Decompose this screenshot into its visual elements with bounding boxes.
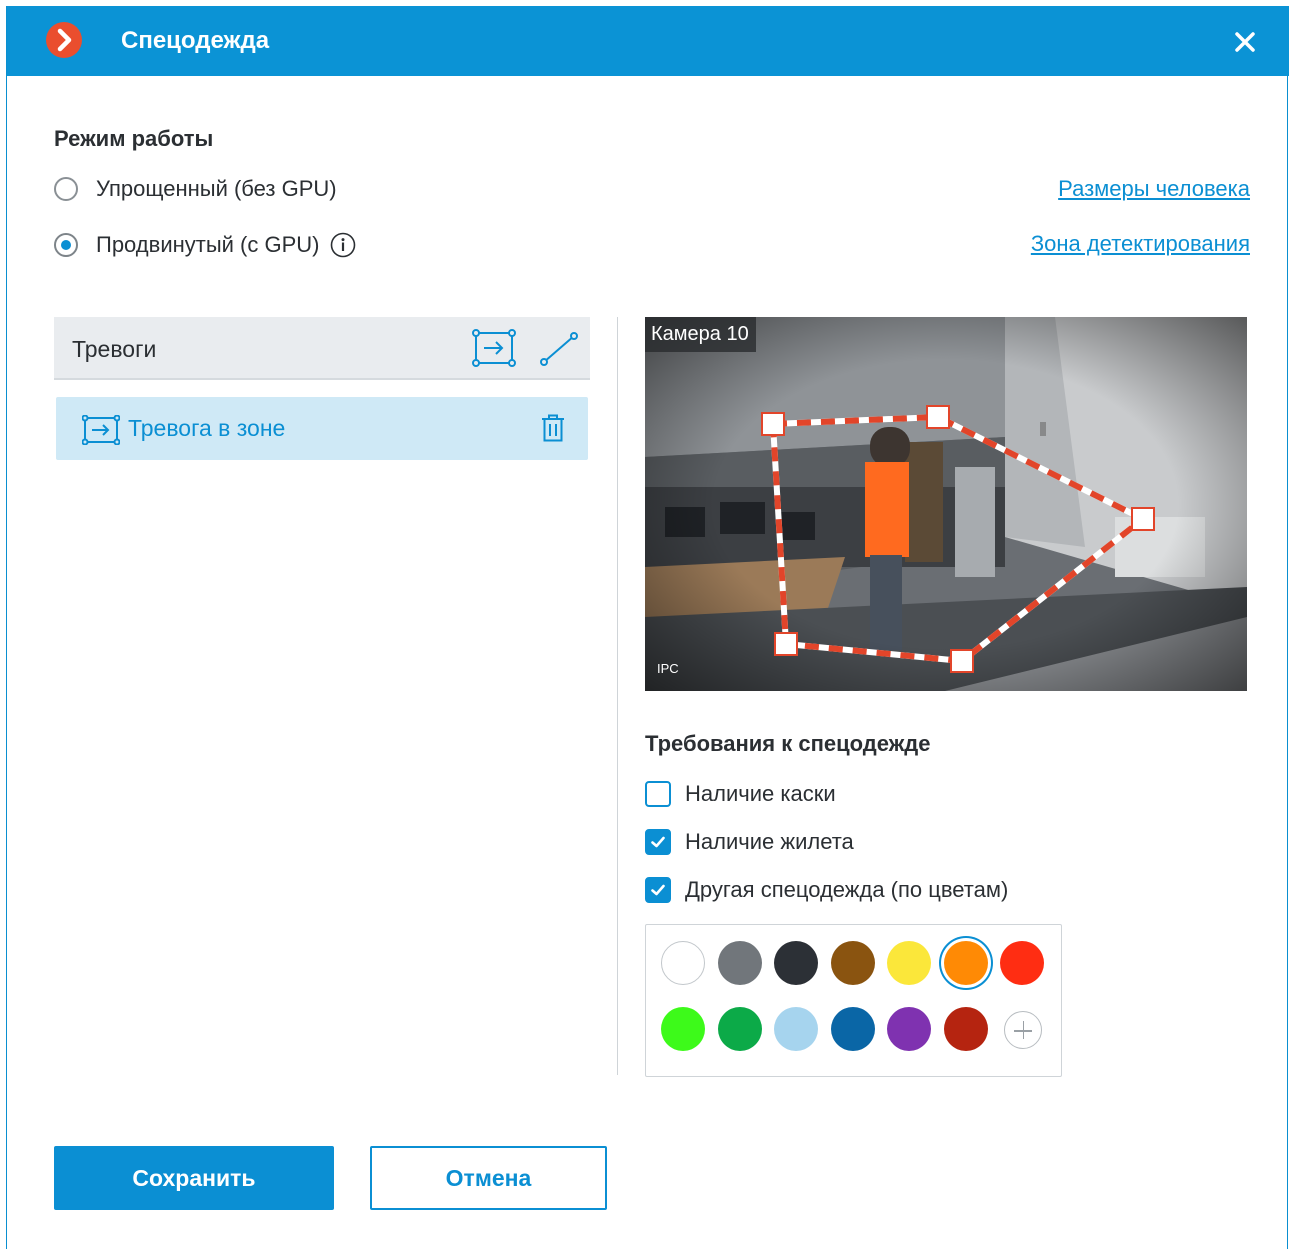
plus-icon[interactable] [1004,1011,1042,1049]
info-icon[interactable] [330,232,356,258]
detection-zone-link[interactable]: Зона детектирования [1031,231,1250,257]
color-swatch-purple[interactable] [887,1007,931,1051]
color-palette [645,924,1062,1077]
color-swatch-light-blue[interactable] [774,1007,818,1051]
vest-checkbox-row[interactable]: Наличие жилета [645,827,854,857]
vest-checkbox[interactable] [645,829,671,855]
alarms-panel: Тревоги Тревога в зоне [54,317,590,460]
app-logo-icon [46,22,82,58]
line-alarm-icon[interactable] [538,329,580,369]
zone-alarm-icon[interactable] [472,329,516,367]
zone-alarm-icon [82,415,120,445]
color-swatch-white[interactable] [661,941,705,985]
mode-option-simple-label: Упрощенный (без GPU) [96,176,337,201]
alarm-list-item[interactable]: Тревога в зоне [56,397,588,460]
radio-simple[interactable] [54,177,78,201]
helmet-checkbox-label: Наличие каски [685,781,836,806]
alarm-item-label: Тревога в зоне [128,415,286,441]
title-bar: Спецодежда [7,6,1289,76]
other-clothing-checkbox[interactable] [645,877,671,903]
save-button[interactable]: Сохранить [54,1146,334,1210]
color-swatch-yellow[interactable] [887,941,931,985]
alarms-header: Тревоги [54,317,590,380]
mode-heading: Режим работы [54,126,214,151]
person-size-link[interactable]: Размеры человека [1058,176,1250,202]
requirements-heading: Требования к спецодежде [645,731,931,756]
alarms-header-label: Тревоги [72,336,157,362]
color-swatch-gray[interactable] [718,941,762,985]
cancel-button[interactable]: Отмена [370,1146,607,1210]
dialog-window: Спецодежда Режим работы Упрощенный (без … [6,6,1289,1249]
color-swatch-orange[interactable] [944,941,988,985]
mode-option-advanced[interactable]: Продвинутый (с GPU) [54,230,356,260]
color-swatch-dark-red[interactable] [944,1007,988,1051]
color-swatch-brown[interactable] [831,941,875,985]
vest-checkbox-label: Наличие жилета [685,829,854,854]
color-swatch-red[interactable] [1000,941,1044,985]
check-icon [651,884,665,896]
camera-view[interactable]: Камера 10 IPC [645,317,1247,691]
camera-scene-image [645,317,1247,691]
color-swatch-light-green[interactable] [661,1007,705,1051]
vertical-divider [617,317,618,1075]
color-swatch-blue[interactable] [831,1007,875,1051]
mode-option-advanced-label: Продвинутый (с GPU) [96,232,320,257]
check-icon [651,836,665,848]
radio-advanced[interactable] [54,233,78,257]
trash-icon[interactable] [540,413,566,443]
other-clothing-checkbox-row[interactable]: Другая спецодежда (по цветам) [645,875,1008,905]
camera-name-label: Камера 10 [645,317,756,352]
window-title: Спецодежда [121,27,270,54]
color-swatch-green[interactable] [718,1007,762,1051]
helmet-checkbox[interactable] [645,781,671,807]
helmet-checkbox-row[interactable]: Наличие каски [645,779,836,809]
camera-watermark: IPC [657,661,679,676]
mode-option-simple[interactable]: Упрощенный (без GPU) [54,174,337,204]
other-clothing-checkbox-label: Другая спецодежда (по цветам) [685,877,1009,902]
color-swatch-black[interactable] [774,941,818,985]
close-icon[interactable] [1229,26,1261,58]
